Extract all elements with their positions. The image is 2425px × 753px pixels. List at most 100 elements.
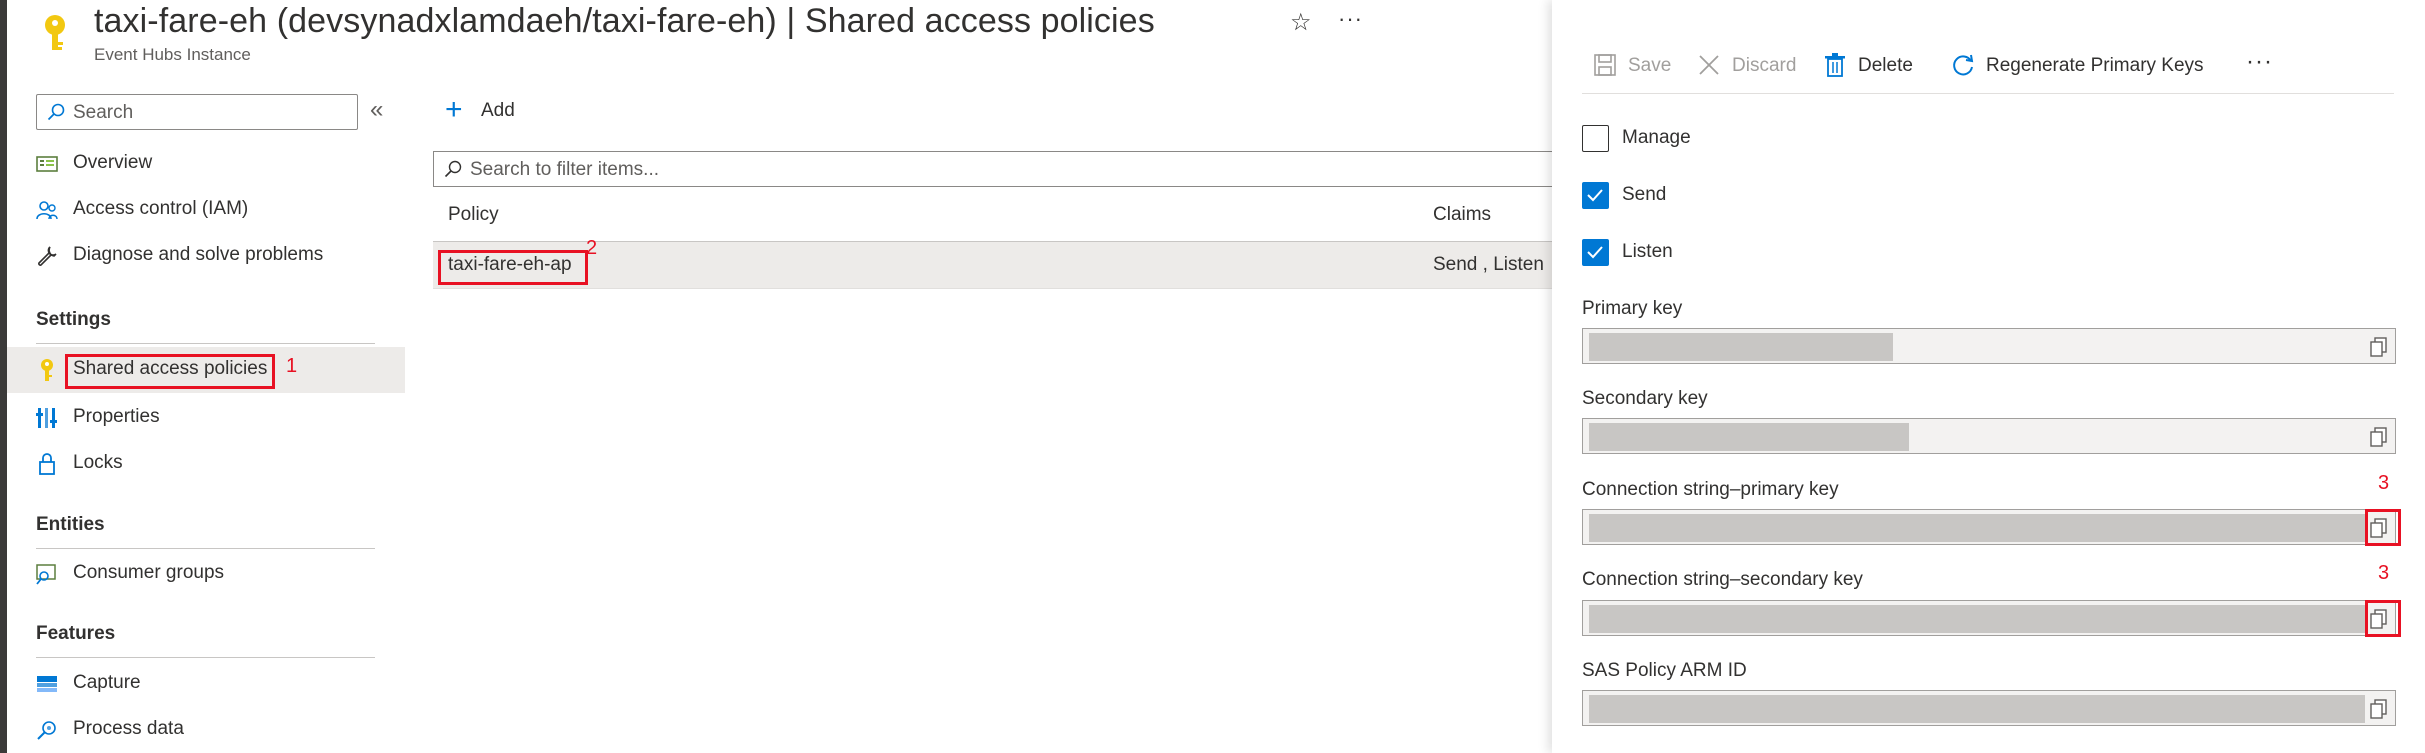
sidebar-item-label: Diagnose and solve problems xyxy=(73,244,324,265)
refresh-icon xyxy=(1953,54,1974,76)
masked-value xyxy=(1589,333,1893,361)
sas-policy-arm-id-label: SAS Policy ARM ID xyxy=(1582,660,1747,681)
search-icon xyxy=(47,103,65,121)
annotation-marker-3: 3 xyxy=(2378,562,2390,584)
section-divider xyxy=(36,343,375,344)
section-divider xyxy=(36,548,375,549)
send-checkbox[interactable] xyxy=(1582,182,1609,209)
highlight-box-3a xyxy=(2365,509,2401,546)
panel-toolbar: Save Discard Delete Regenerate Primary K… xyxy=(1592,48,2392,92)
sidebar-item-label: Overview xyxy=(73,152,153,173)
consumer-groups-icon xyxy=(36,564,56,585)
page-subtitle: Event Hubs Instance xyxy=(94,45,251,64)
highlight-box-3b xyxy=(2365,600,2401,637)
sidebar-item-iam[interactable]: Access control (IAM) xyxy=(7,187,405,233)
discard-label: Discard xyxy=(1732,55,1797,76)
search-icon xyxy=(444,160,462,178)
copy-icon[interactable] xyxy=(2369,698,2389,720)
masked-value xyxy=(1589,695,2365,723)
sidebar-item-label: Consumer groups xyxy=(73,562,225,583)
policy-claims: Send , Listen xyxy=(1433,254,1544,275)
sidebar-item-overview[interactable]: Overview xyxy=(7,141,405,187)
annotation-marker-1: 1 xyxy=(286,355,298,377)
secondary-key-label: Secondary key xyxy=(1582,388,1708,409)
masked-value xyxy=(1589,605,2365,633)
annotation-marker-3: 3 xyxy=(2378,472,2390,494)
sidebar-search-input[interactable]: Search xyxy=(36,94,358,130)
process-data-icon xyxy=(37,721,56,740)
connection-string-secondary-field[interactable] xyxy=(1582,600,2396,636)
listen-checkbox[interactable] xyxy=(1582,239,1609,266)
sidebar: Search « Overview Access control (IAM) D… xyxy=(7,85,405,753)
copy-icon[interactable] xyxy=(2369,426,2389,448)
more-icon[interactable]: ··· xyxy=(2246,48,2273,76)
sidebar-item-locks[interactable]: Locks xyxy=(7,441,405,487)
policy-details-panel: Save Discard Delete Regenerate Primary K… xyxy=(1552,0,2425,753)
masked-value xyxy=(1589,423,1909,451)
sidebar-item-label: Capture xyxy=(73,672,141,693)
sidebar-search-placeholder: Search xyxy=(73,102,134,123)
section-heading-entities: Entities xyxy=(36,514,105,535)
wrench-icon xyxy=(38,246,57,266)
title-separator: | xyxy=(776,2,805,40)
sidebar-item-process-data[interactable]: Process data xyxy=(7,707,405,753)
send-checkbox-label: Send xyxy=(1622,184,1667,205)
column-header-claims[interactable]: Claims xyxy=(1433,204,1491,226)
resource-name: taxi-fare-eh (devsynadxlamdaeh/taxi-fare… xyxy=(94,2,777,40)
connection-string-secondary-label: Connection string–secondary key xyxy=(1582,569,1863,590)
collapse-sidebar-button[interactable]: « xyxy=(370,96,383,124)
blade-name: Shared access policies xyxy=(804,2,1155,40)
close-icon xyxy=(1699,55,1719,75)
checkmark-icon xyxy=(1587,246,1603,259)
connection-string-primary-field[interactable] xyxy=(1582,509,2396,545)
page-title: taxi-fare-eh (devsynadxlamdaeh/taxi-fare… xyxy=(94,2,1155,41)
policies-list-pane: + Add Search to filter items... Policy C… xyxy=(405,80,1563,753)
trash-icon xyxy=(1825,53,1845,77)
annotation-marker-2: 2 xyxy=(586,237,598,259)
key-icon xyxy=(45,15,65,50)
sas-policy-arm-id-field[interactable] xyxy=(1582,690,2396,726)
iam-icon xyxy=(36,201,58,220)
capture-icon xyxy=(37,676,57,692)
sidebar-item-label: Locks xyxy=(73,452,123,473)
connection-string-primary-label: Connection string–primary key xyxy=(1582,479,1839,500)
delete-label: Delete xyxy=(1858,55,1913,76)
save-icon xyxy=(1594,54,1616,76)
page-header: taxi-fare-eh (devsynadxlamdaeh/taxi-fare… xyxy=(40,0,1540,80)
primary-key-field[interactable] xyxy=(1582,328,2396,364)
table-row[interactable]: taxi-fare-eh-ap Send , Listen xyxy=(433,242,1563,289)
copy-icon[interactable] xyxy=(2369,336,2389,358)
window-edge xyxy=(0,0,7,753)
sidebar-item-label: Properties xyxy=(73,406,160,427)
secondary-key-field[interactable] xyxy=(1582,418,2396,454)
add-policy-label: Add xyxy=(481,100,515,121)
masked-value xyxy=(1589,514,2365,542)
sidebar-item-label: Access control (IAM) xyxy=(73,198,249,219)
sidebar-item-consumer-groups[interactable]: Consumer groups xyxy=(7,551,405,597)
sidebar-item-properties[interactable]: Properties xyxy=(7,395,405,441)
plus-icon: + xyxy=(445,93,463,126)
more-icon[interactable]: ··· xyxy=(1338,6,1363,32)
section-heading-settings: Settings xyxy=(36,309,111,330)
overview-icon xyxy=(36,156,58,172)
manage-checkbox-label: Manage xyxy=(1622,127,1691,148)
toolbar-divider xyxy=(1582,93,2394,94)
filter-input[interactable]: Search to filter items... xyxy=(433,151,1563,187)
highlight-box-2 xyxy=(438,250,588,285)
highlight-box-1 xyxy=(65,354,275,389)
lock-icon xyxy=(39,453,55,475)
key-icon xyxy=(41,359,53,381)
column-header-policy[interactable]: Policy xyxy=(448,204,499,226)
section-heading-features: Features xyxy=(36,623,116,644)
regenerate-label: Regenerate Primary Keys xyxy=(1986,55,2204,76)
save-label: Save xyxy=(1628,55,1672,76)
filter-placeholder: Search to filter items... xyxy=(470,159,660,180)
sidebar-item-diagnose[interactable]: Diagnose and solve problems xyxy=(7,233,405,279)
manage-checkbox[interactable] xyxy=(1582,125,1609,152)
properties-icon xyxy=(36,408,57,428)
star-icon[interactable]: ☆ xyxy=(1290,8,1312,37)
checkmark-icon xyxy=(1587,189,1603,202)
section-divider xyxy=(36,657,375,658)
listen-checkbox-label: Listen xyxy=(1622,241,1673,262)
sidebar-item-capture[interactable]: Capture xyxy=(7,661,405,707)
